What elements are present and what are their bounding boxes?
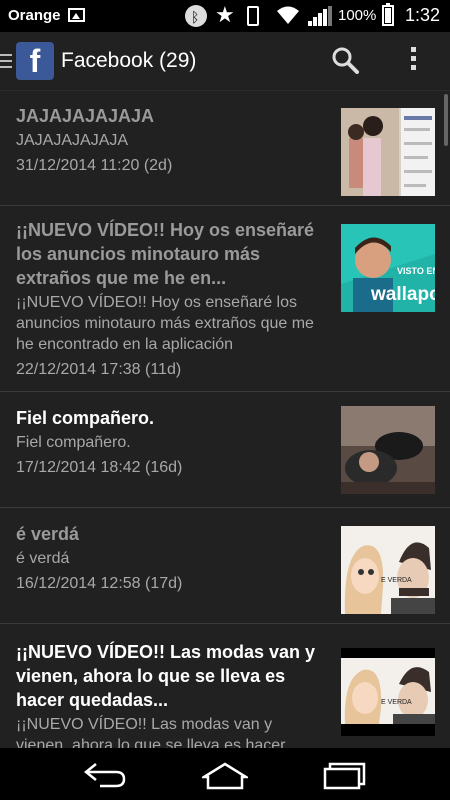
item-thumbnail: VISTO EN wallapop — [341, 224, 435, 312]
item-thumbnail — [341, 108, 435, 196]
facebook-logo[interactable]: f — [16, 42, 54, 80]
carrier-label: Orange — [8, 7, 61, 24]
thumb-caption: VISTO EN — [397, 266, 435, 276]
battery-percent: 100% — [338, 7, 377, 24]
status-bar: Orange ★ 100% 1:32 — [0, 0, 450, 32]
star-icon: ★ — [215, 2, 235, 27]
clock: 1:32 — [405, 5, 441, 25]
list-item[interactable]: ¡¡NUEVO VÍDEO!! Las modas van y vienen, … — [0, 624, 450, 748]
scrollbar[interactable] — [444, 94, 448, 146]
item-body: Fiel compañero. — [16, 434, 131, 451]
item-body: ¡¡NUEVO VÍDEO!! Las modas van y vienen, … — [16, 716, 286, 748]
gallery-notification-icon — [68, 8, 85, 22]
item-title: JAJAJAJAJAJA — [16, 106, 155, 126]
item-date: 16/12/2014 12:58 (17d) — [16, 575, 183, 592]
item-body: JAJAJAJAJAJA — [16, 132, 129, 149]
item-thumbnail — [341, 406, 435, 494]
app-bar: f Facebook (29) — [0, 32, 450, 91]
recent-apps-icon[interactable] — [322, 760, 368, 790]
thumb-caption: E VERDA — [381, 699, 412, 706]
signal-icon — [308, 6, 332, 26]
wifi-icon — [277, 6, 299, 24]
item-thumbnail: E VERDA — [341, 526, 435, 614]
item-title: Fiel compañero. — [16, 408, 155, 428]
battery-icon — [382, 3, 394, 26]
item-body: ¡¡NUEVO VÍDEO!! Hoy os enseñaré los anun… — [16, 294, 314, 353]
notification-list[interactable]: JAJAJAJAJAJA JAJAJAJAJAJA 31/12/2014 11:… — [0, 90, 450, 748]
bluetooth-icon — [185, 5, 207, 28]
app-title: Facebook (29) — [61, 49, 197, 72]
home-icon[interactable] — [202, 760, 248, 790]
item-thumbnail: E VERDA — [341, 648, 435, 736]
thumb-caption: wallapop — [370, 284, 435, 305]
list-item[interactable]: Fiel compañero. Fiel compañero. 17/12/20… — [0, 392, 450, 508]
list-item[interactable]: JAJAJAJAJAJA JAJAJAJAJAJA 31/12/2014 11:… — [0, 90, 450, 206]
item-title: ¡¡NUEVO VÍDEO!! Hoy os enseñaré los anun… — [16, 220, 315, 288]
navigation-bar — [0, 748, 450, 800]
item-date: 31/12/2014 11:20 (2d) — [16, 157, 173, 174]
item-date: 22/12/2014 17:38 (11d) — [16, 361, 182, 378]
item-date: 17/12/2014 18:42 (16d) — [16, 459, 183, 476]
item-title: é verdá — [16, 524, 80, 544]
item-body: é verdá — [16, 550, 70, 567]
drawer-menu-icon[interactable] — [0, 54, 12, 68]
search-icon[interactable] — [331, 46, 359, 74]
list-item[interactable]: é verdá é verdá 16/12/2014 12:58 (17d) E… — [0, 508, 450, 624]
overflow-menu-icon[interactable] — [408, 47, 418, 75]
vibrate-icon — [247, 6, 259, 26]
back-icon[interactable] — [82, 760, 128, 790]
item-title: ¡¡NUEVO VÍDEO!! Las modas van y vienen, … — [16, 642, 316, 710]
thumb-caption: E VERDA — [381, 577, 412, 584]
list-item[interactable]: ¡¡NUEVO VÍDEO!! Hoy os enseñaré los anun… — [0, 206, 450, 392]
